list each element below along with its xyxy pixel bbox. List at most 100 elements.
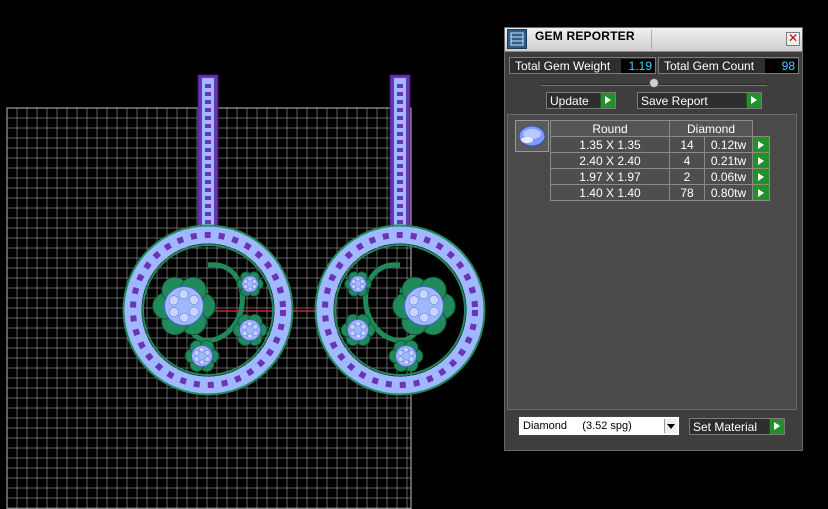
small-gem [189, 306, 200, 317]
save-report-button-label: Save Report [641, 94, 708, 108]
small-gem [168, 295, 179, 306]
stem-gem-setting [205, 196, 211, 200]
small-gem [349, 330, 356, 337]
stem-gem-setting [397, 132, 403, 136]
small-gem [241, 330, 248, 337]
column-header-shape: Round [550, 120, 670, 137]
small-gem [349, 324, 356, 330]
total-gem-count-value: 98 [765, 59, 798, 73]
earring-model-right[interactable] [314, 74, 486, 396]
slider-thumb[interactable] [649, 78, 659, 88]
title-bar[interactable]: GEM REPORTER ✕ [505, 28, 802, 52]
small-gem [360, 284, 365, 289]
gem-table: Round Diamond 1.35 X 1.35 14 0.12tw 2.40… [550, 120, 770, 201]
total-gem-weight-field: Total Gem Weight 1.19 [509, 57, 656, 74]
play-arrow-icon[interactable] [752, 152, 770, 169]
small-gem [355, 320, 361, 327]
gem-weight: 0.06tw [704, 168, 753, 185]
small-gem [199, 359, 205, 366]
gem-count: 14 [669, 136, 705, 153]
small-gem [251, 279, 257, 284]
round-gem-icon [515, 120, 549, 152]
table-row[interactable]: 2.40 X 2.40 4 0.21tw [550, 152, 770, 169]
small-gem [247, 276, 253, 282]
set-material-button[interactable]: Set Material [689, 418, 785, 435]
stem-gem-setting [397, 204, 403, 208]
small-gem [418, 289, 429, 300]
chevron-down-icon[interactable] [664, 419, 677, 433]
title-separator [651, 30, 652, 49]
gem-size: 1.97 X 1.97 [550, 168, 670, 185]
close-icon[interactable]: ✕ [786, 32, 800, 46]
play-arrow-icon[interactable] [752, 184, 770, 201]
gem-count: 4 [669, 152, 705, 169]
stem-gem-setting [397, 156, 403, 160]
total-gem-count-field: Total Gem Count 98 [658, 57, 799, 74]
stem-gem-setting [205, 100, 211, 104]
small-gem [252, 284, 257, 289]
small-gem [355, 333, 361, 340]
small-gem [204, 349, 211, 356]
stem-gem-setting [205, 164, 211, 168]
stem-gem-setting [397, 148, 403, 152]
stem-gem-setting [205, 180, 211, 184]
small-gem [408, 295, 419, 306]
small-gem [408, 356, 415, 362]
small-gem [355, 276, 361, 282]
table-row[interactable]: 1.97 X 1.97 2 0.06tw [550, 168, 770, 185]
small-gem [351, 279, 356, 284]
stem-gem-setting [397, 172, 403, 176]
stem-gem-setting [205, 132, 211, 136]
gem-reporter-panel: GEM REPORTER ✕ Total Gem Weight 1.19 Tot… [504, 27, 803, 451]
small-gem [397, 350, 404, 356]
stem-gem-setting [205, 108, 211, 112]
set-material-button-label: Set Material [693, 420, 758, 434]
small-gem [243, 279, 248, 284]
stem-gem-setting [397, 100, 403, 104]
stem-gem-setting [397, 220, 403, 224]
gem-weight: 0.80tw [704, 184, 753, 201]
total-gem-weight-value: 1.19 [621, 59, 655, 73]
stem-gem-setting [397, 196, 403, 200]
stem-gem-setting [205, 124, 211, 128]
small-gem [351, 284, 357, 289]
small-gem [408, 349, 415, 356]
small-gem [199, 346, 205, 353]
stem-gem-setting [205, 92, 211, 96]
material-select-value: Diamond (3.52 spg) [523, 420, 632, 432]
small-gem [355, 286, 361, 292]
stem-gem-setting [397, 116, 403, 120]
play-arrow-icon[interactable] [746, 93, 761, 108]
update-button[interactable]: Update [546, 92, 616, 109]
stem-gem-setting [397, 164, 403, 168]
stem-gem-setting [205, 172, 211, 176]
small-gem [169, 307, 179, 318]
play-arrow-icon[interactable] [769, 419, 784, 434]
small-gem [360, 323, 367, 330]
small-gem [429, 294, 439, 305]
total-gem-weight-label: Total Gem Weight [515, 59, 611, 73]
small-gem [359, 279, 365, 284]
stem-gem-setting [205, 220, 211, 224]
stem-gem-setting [205, 212, 211, 216]
small-gem [204, 356, 211, 362]
play-arrow-icon[interactable] [752, 136, 770, 153]
stem-gem-setting [397, 180, 403, 184]
small-gem [241, 324, 248, 330]
small-gem [397, 356, 404, 363]
panel-title: GEM REPORTER [535, 29, 635, 43]
small-gem [243, 284, 249, 289]
stem-gem-setting [397, 140, 403, 144]
small-gem [178, 289, 189, 300]
table-row[interactable]: 1.40 X 1.40 78 0.80tw [550, 184, 770, 201]
save-report-button[interactable]: Save Report [637, 92, 762, 109]
gem-size: 1.35 X 1.35 [550, 136, 670, 153]
small-gem [252, 323, 259, 330]
small-gem [247, 320, 253, 327]
play-arrow-icon[interactable] [600, 93, 615, 108]
table-row[interactable]: 1.35 X 1.35 14 0.12tw [550, 136, 770, 153]
play-arrow-icon[interactable] [752, 168, 770, 185]
material-select[interactable]: Diamond (3.52 spg) [518, 416, 680, 436]
gem-reporter-icon [507, 29, 527, 49]
small-gem [247, 333, 253, 340]
